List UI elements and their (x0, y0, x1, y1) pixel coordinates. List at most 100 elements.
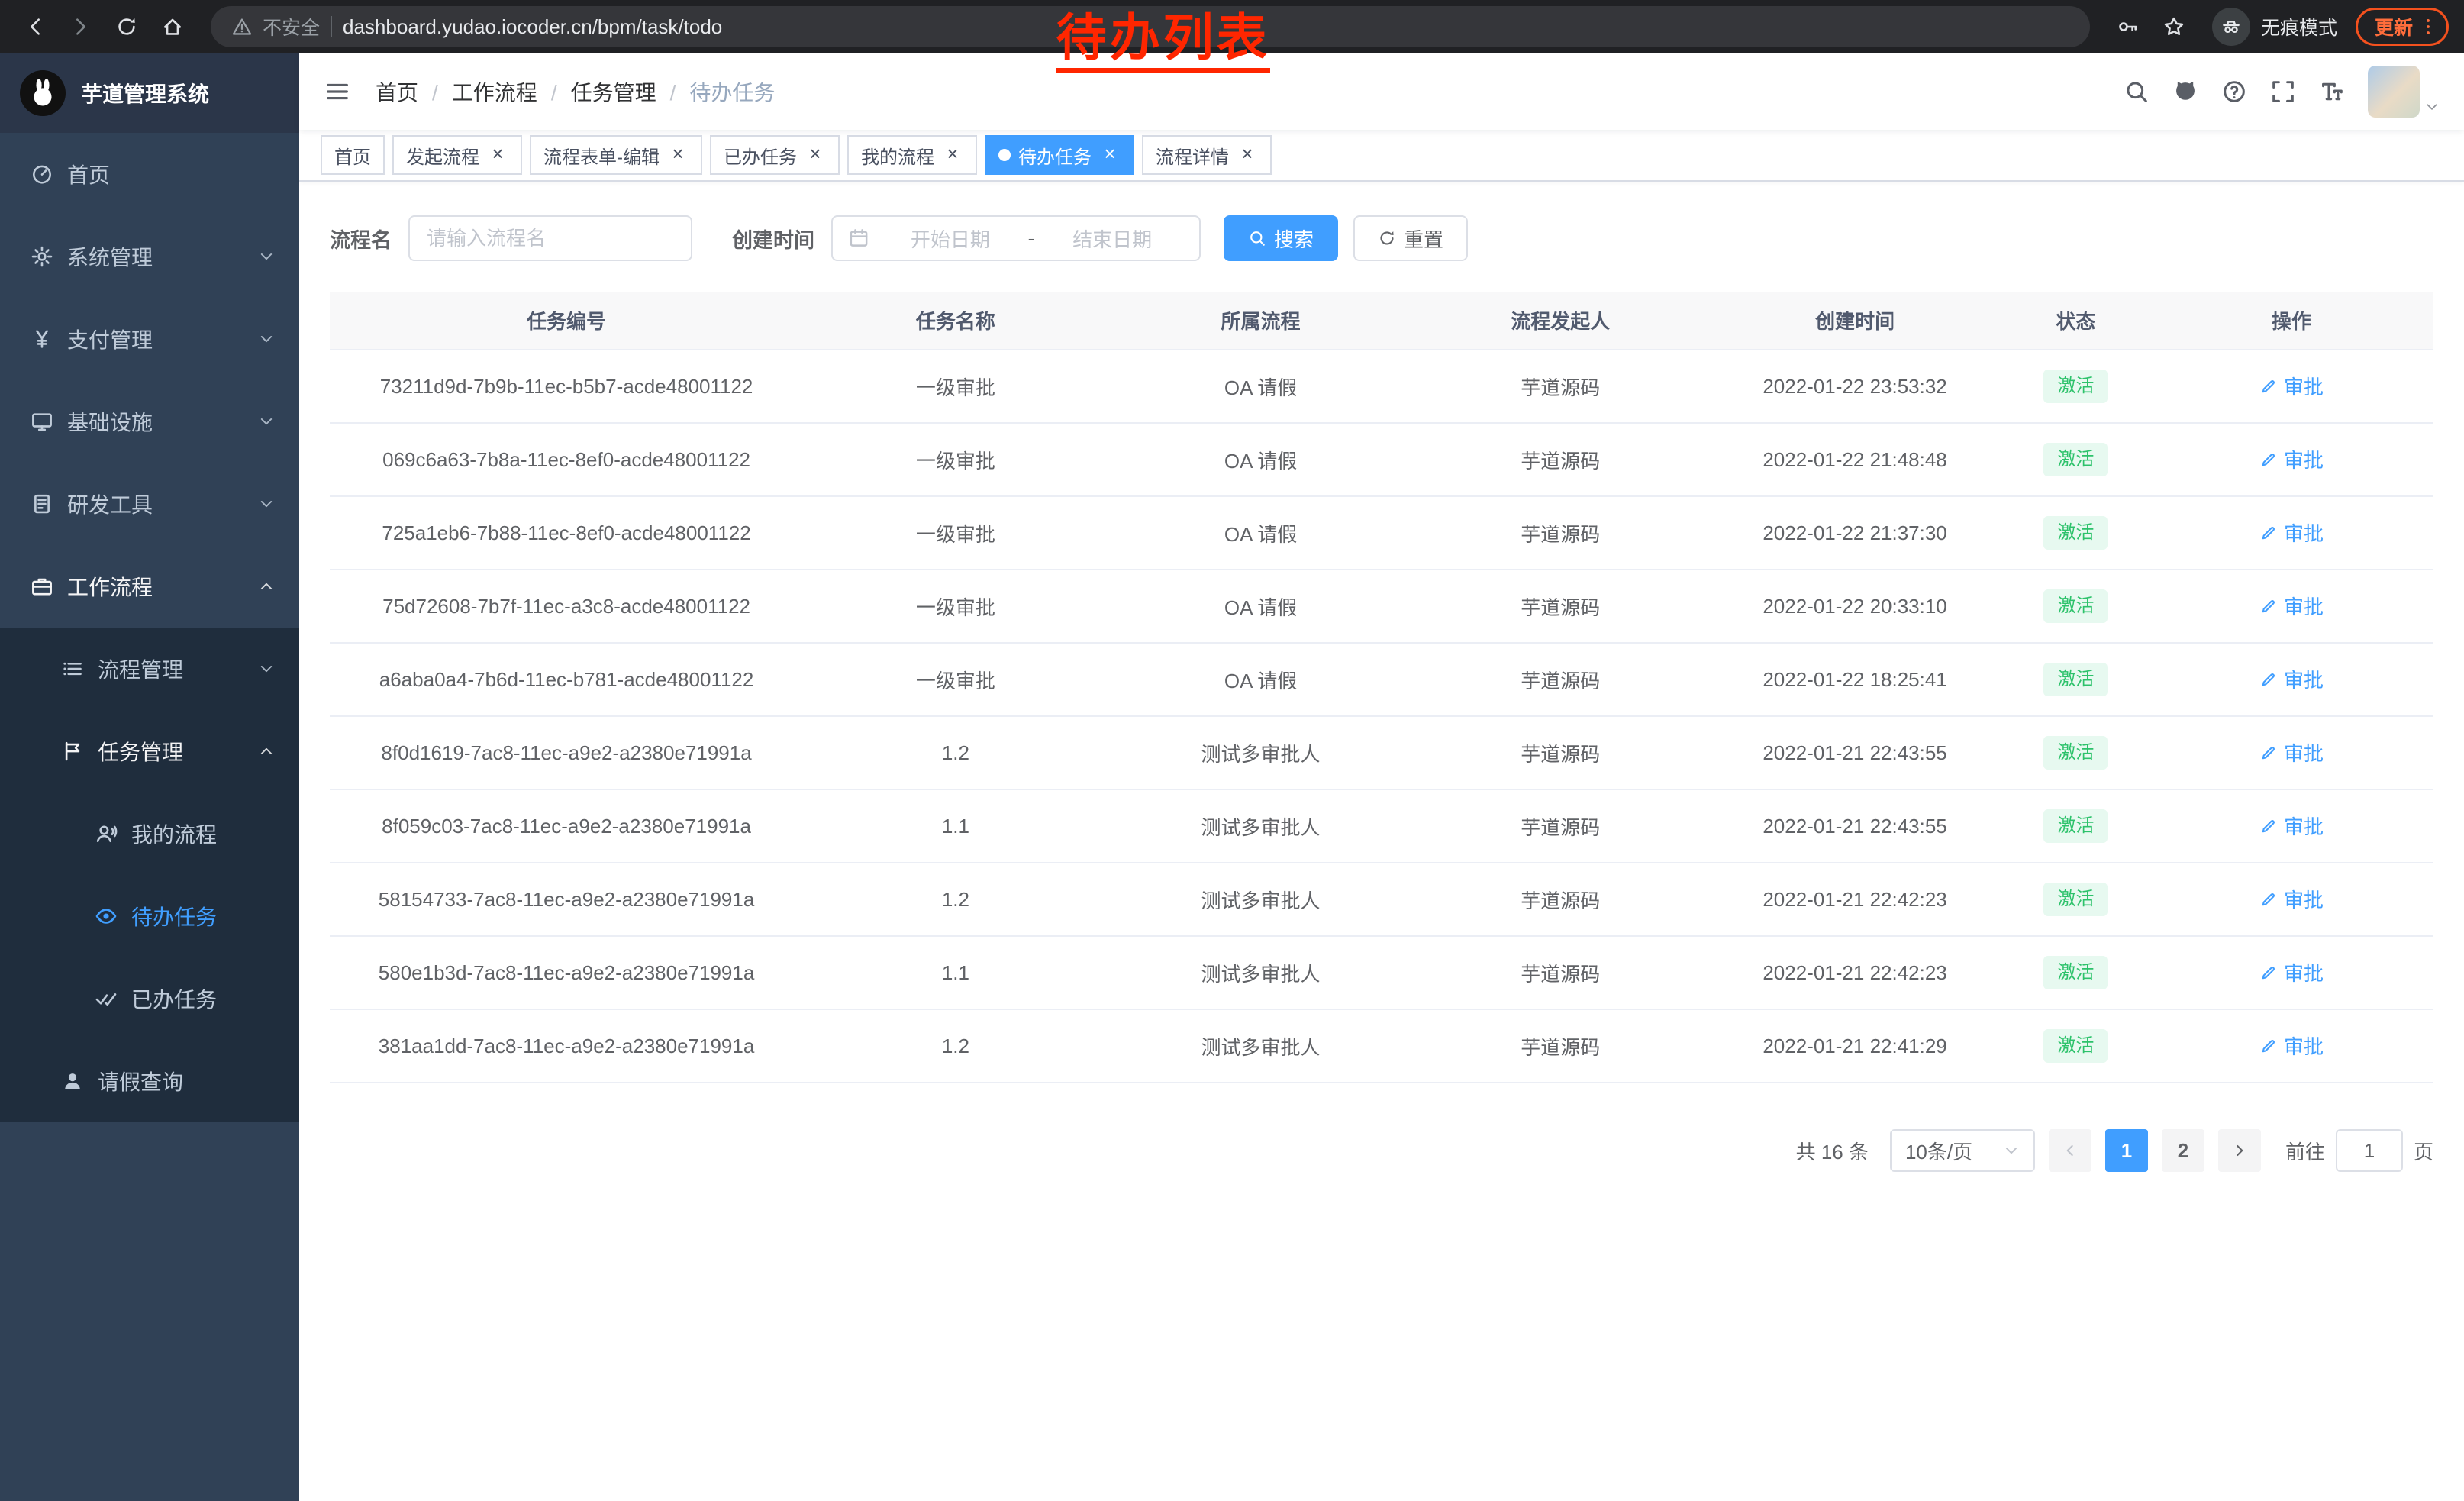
table-row: 75d72608-7b7f-11ec-a3c8-acde48001122一级审批… (330, 570, 2433, 643)
sidebar-item-workflow[interactable]: 工作流程 (0, 545, 299, 628)
cell-task-id: 8f059c03-7ac8-11ec-a9e2-a2380e71991a (330, 789, 803, 863)
sidebar-item-home[interactable]: 首页 (0, 133, 299, 215)
breadcrumb-item[interactable]: 首页 (376, 76, 418, 107)
next-page-button[interactable] (2218, 1129, 2261, 1172)
back-icon[interactable] (15, 7, 55, 47)
goto-page-input[interactable] (2336, 1129, 2403, 1172)
breadcrumb: 首页 工作流程 任务管理 待办任务 (376, 76, 775, 107)
sidebar-item-system[interactable]: 系统管理 (0, 215, 299, 298)
tab-todo-task[interactable]: 待办任务 × (985, 135, 1134, 175)
sidebar-item-todo-task[interactable]: 待办任务 (0, 875, 299, 957)
approve-button[interactable]: 审批 (2259, 738, 2324, 767)
close-icon[interactable]: × (805, 144, 826, 166)
sidebar-item-payment[interactable]: 支付管理 (0, 298, 299, 380)
sidebar-item-my-process[interactable]: 我的流程 (0, 792, 299, 875)
incognito-chip[interactable]: 无痕模式 (2212, 8, 2337, 46)
close-icon[interactable]: × (667, 144, 689, 166)
font-size-icon[interactable] (2319, 79, 2345, 105)
tab-done-task[interactable]: 已办任务× (710, 135, 840, 175)
status-badge: 激活 (2043, 1029, 2108, 1063)
chevron-down-icon (258, 413, 275, 430)
cell-task-id: 069c6a63-7b8a-11ec-8ef0-acde48001122 (330, 423, 803, 496)
hamburger-icon[interactable] (324, 78, 351, 105)
password-key-icon[interactable] (2108, 7, 2148, 47)
tab-label: 待办任务 (1018, 142, 1092, 169)
search-button[interactable]: 搜索 (1224, 215, 1338, 261)
monitor-icon (31, 410, 53, 433)
sidebar-item-infra[interactable]: 基础设施 (0, 380, 299, 463)
reset-button[interactable]: 重置 (1353, 215, 1468, 261)
search-icon[interactable] (2124, 79, 2150, 105)
cell-created: 2022-01-21 22:43:55 (1708, 789, 2002, 863)
sidebar-item-devtools[interactable]: 研发工具 (0, 463, 299, 545)
fullscreen-icon[interactable] (2270, 79, 2296, 105)
approve-label: 审批 (2284, 592, 2324, 620)
column-header: 状态 (2002, 292, 2150, 350)
browser-toolbar: 不安全 dashboard.yudao.iocoder.cn/bpm/task/… (0, 0, 2464, 53)
browser-update-button[interactable]: 更新 (2356, 8, 2449, 46)
sidebar-item-done-task[interactable]: 已办任务 (0, 957, 299, 1040)
user-menu[interactable] (2368, 66, 2440, 118)
approve-button[interactable]: 审批 (2259, 885, 2324, 913)
date-range-picker[interactable]: 开始日期 - 结束日期 (831, 215, 1201, 261)
edit-icon (2259, 1037, 2278, 1055)
address-bar[interactable]: 不安全 dashboard.yudao.iocoder.cn/bpm/task/… (211, 6, 2090, 47)
cell-process: OA 请假 (1108, 350, 1414, 423)
close-icon[interactable]: × (1237, 144, 1258, 166)
breadcrumb-item[interactable]: 任务管理 (537, 76, 656, 107)
calendar-icon (848, 228, 869, 249)
sidebar-item-task-mgmt[interactable]: 任务管理 (0, 710, 299, 792)
process-name-input[interactable] (408, 215, 692, 261)
column-header: 操作 (2150, 292, 2433, 350)
sidebar-item-label: 基础设施 (67, 406, 153, 437)
eye-icon (95, 905, 118, 928)
reload-icon[interactable] (107, 7, 147, 47)
bookmark-star-icon[interactable] (2154, 7, 2194, 47)
tab-start-process[interactable]: 发起流程× (392, 135, 522, 175)
close-icon[interactable]: × (942, 144, 963, 166)
briefcase-icon (31, 575, 53, 598)
approve-button[interactable]: 审批 (2259, 518, 2324, 547)
flag-icon (61, 740, 84, 763)
app-logo[interactable]: 芋道管理系统 (0, 53, 299, 133)
edit-icon (2259, 964, 2278, 982)
approve-button[interactable]: 审批 (2259, 812, 2324, 840)
sidebar-item-process-mgmt[interactable]: 流程管理 (0, 628, 299, 710)
cell-created: 2022-01-22 20:33:10 (1708, 570, 2002, 643)
chevron-up-icon (258, 743, 275, 760)
app-title: 芋道管理系统 (81, 78, 209, 108)
approve-button[interactable]: 审批 (2259, 958, 2324, 986)
tab-my-process[interactable]: 我的流程 × (847, 135, 977, 175)
breadcrumb-item[interactable]: 工作流程 (418, 76, 537, 107)
prev-page-button[interactable] (2049, 1129, 2091, 1172)
approve-button[interactable]: 审批 (2259, 592, 2324, 620)
github-icon[interactable] (2172, 79, 2198, 105)
cell-process: OA 请假 (1108, 496, 1414, 570)
forward-icon[interactable] (61, 7, 101, 47)
tab-form-edit[interactable]: 流程表单-编辑× (530, 135, 702, 175)
approve-label: 审批 (2284, 372, 2324, 400)
tab-home[interactable]: 首页 (321, 135, 385, 175)
page-button-2[interactable]: 2 (2162, 1129, 2204, 1172)
column-header: 创建时间 (1708, 292, 2002, 350)
approve-button[interactable]: 审批 (2259, 1031, 2324, 1060)
page-size-select[interactable]: 10条/页 (1890, 1129, 2035, 1172)
help-icon[interactable] (2221, 79, 2247, 105)
approve-button[interactable]: 审批 (2259, 665, 2324, 693)
search-icon (1248, 229, 1266, 247)
close-icon[interactable]: × (1099, 144, 1121, 166)
tab-label: 我的流程 (861, 142, 934, 169)
approve-button[interactable]: 审批 (2259, 445, 2324, 473)
cell-initiator: 芋道源码 (1413, 716, 1708, 789)
sidebar-item-leave-query[interactable]: 请假查询 (0, 1040, 299, 1122)
home-icon[interactable] (153, 7, 192, 47)
approve-button[interactable]: 审批 (2259, 372, 2324, 400)
approve-label: 审批 (2284, 445, 2324, 473)
tab-process-detail[interactable]: 流程详情× (1142, 135, 1272, 175)
approve-label: 审批 (2284, 812, 2324, 840)
page-button-1[interactable]: 1 (2105, 1129, 2148, 1172)
pagination: 共 16 条 10条/页 12 前往 页 (330, 1129, 2433, 1172)
table-header-row: 任务编号任务名称所属流程流程发起人创建时间状态操作 (330, 292, 2433, 350)
chevron-down-icon (2003, 1142, 2020, 1159)
close-icon[interactable]: × (487, 144, 508, 166)
